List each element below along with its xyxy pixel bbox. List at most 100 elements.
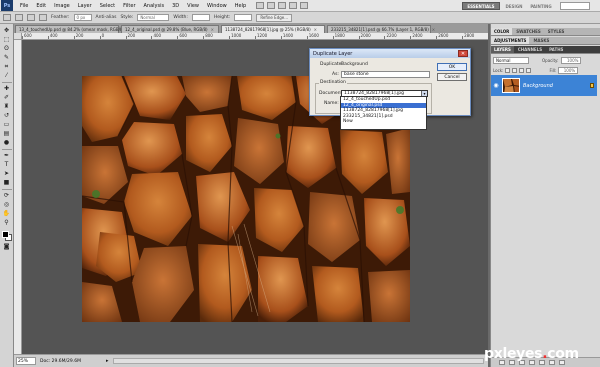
- marquee-tool-preset-icon[interactable]: [3, 14, 11, 21]
- dodge-icon[interactable]: ●: [2, 139, 12, 147]
- hand-icon[interactable]: ✋: [2, 210, 12, 218]
- quick-select-icon[interactable]: ✎: [2, 54, 12, 62]
- color-swatches[interactable]: [1, 230, 13, 242]
- ruler-label: 1200: [257, 33, 268, 38]
- bridge-icon[interactable]: [256, 2, 265, 9]
- workspace-essentials[interactable]: ESSENTIALS: [462, 2, 500, 10]
- new-selection-icon[interactable]: [15, 14, 23, 21]
- tab-adjustments[interactable]: ADJUSTMENTS: [491, 37, 530, 44]
- layer-row-background[interactable]: ◉ Background: [491, 75, 597, 96]
- tab-doc-4[interactable]: 233215_34821[1].psd @ 66.7% (Layer 1, RG…: [327, 25, 435, 33]
- zoom-icon[interactable]: ⚲: [2, 219, 12, 227]
- history-brush-icon[interactable]: ↺: [2, 112, 12, 120]
- eraser-icon[interactable]: ▭: [2, 121, 12, 129]
- tab-doc-1[interactable]: 13_4_touchedUp.psd @ 84.2% (smear mask, …: [15, 25, 130, 33]
- layer-name[interactable]: Background: [523, 83, 553, 89]
- menu-3d[interactable]: 3D: [168, 3, 183, 9]
- mini-bridge-icon[interactable]: [267, 2, 276, 9]
- watermark-suffix: com: [547, 346, 579, 362]
- menu-image[interactable]: Image: [50, 3, 74, 9]
- menu-file[interactable]: File: [16, 3, 32, 9]
- status-menu-arrow-icon[interactable]: ▸: [106, 358, 109, 364]
- ruler-left: [14, 40, 22, 354]
- search-field[interactable]: [560, 2, 590, 10]
- shape-icon[interactable]: ■: [2, 179, 12, 187]
- marquee-tool-icon[interactable]: ⬚: [2, 36, 12, 44]
- lock-icon: [590, 83, 594, 88]
- 3d-rotate-icon[interactable]: ⟳: [2, 192, 12, 200]
- menu-layer[interactable]: Layer: [74, 3, 96, 9]
- opacity-input[interactable]: 100%: [561, 57, 582, 64]
- lock-pixels-icon[interactable]: [512, 68, 518, 73]
- tab-color[interactable]: COLOR: [491, 28, 513, 35]
- workspace-painting[interactable]: PAINTING: [528, 2, 554, 10]
- close-icon[interactable]: ✕: [458, 50, 468, 57]
- close-icon[interactable]: ×: [211, 27, 214, 32]
- tab-doc-3[interactable]: 1138724_82817968[1].jpg @ 25% (RGB/8) ×: [221, 25, 325, 33]
- lasso-tool-icon[interactable]: ʘ: [2, 45, 12, 53]
- pen-icon[interactable]: ✒: [2, 152, 12, 160]
- menu-edit[interactable]: Edit: [32, 3, 50, 9]
- lock-all-icon[interactable]: [526, 68, 532, 73]
- menu-view[interactable]: View: [183, 3, 203, 9]
- menu-help[interactable]: Help: [231, 3, 250, 9]
- ruler-origin[interactable]: [14, 33, 22, 40]
- ps-logo-icon: Ps: [1, 0, 13, 11]
- dropdown-option[interactable]: New: [341, 119, 426, 125]
- zoom-level-icon[interactable]: [278, 2, 287, 9]
- ok-button[interactable]: OK: [437, 63, 467, 71]
- fill-input[interactable]: 100%: [558, 67, 579, 74]
- antialias-label[interactable]: Anti-alias: [96, 15, 117, 20]
- close-icon[interactable]: ×: [432, 27, 435, 32]
- menu-select[interactable]: Select: [96, 3, 119, 9]
- quick-mask-icon[interactable]: ◙: [2, 243, 12, 251]
- menu-window[interactable]: Window: [203, 3, 231, 9]
- brush-icon[interactable]: ✐: [2, 94, 12, 102]
- eyedropper-icon[interactable]: ⁄: [2, 72, 12, 80]
- screen-mode-icon[interactable]: [300, 2, 309, 9]
- tab-styles[interactable]: STYLES: [545, 28, 568, 35]
- destination-label: Destination: [319, 80, 347, 85]
- tab-paths[interactable]: PATHS: [546, 46, 566, 53]
- lock-transparent-icon[interactable]: [505, 68, 511, 73]
- ruler-label: 400: [49, 33, 58, 38]
- height-input[interactable]: [234, 14, 253, 21]
- tab-doc-2[interactable]: 12_4_original.psd @ 29.8% (Blue, RGB/8) ×: [121, 25, 219, 33]
- as-label: As:: [332, 72, 339, 77]
- ruler-label: 800: [205, 33, 213, 38]
- refine-edge-button[interactable]: Refine Edge...: [256, 13, 293, 22]
- horizontal-scrollbar[interactable]: [112, 358, 484, 364]
- style-select[interactable]: Normal: [137, 14, 170, 21]
- move-tool-icon[interactable]: ✥: [2, 27, 12, 35]
- foreground-color-swatch[interactable]: [1, 231, 9, 238]
- arrange-documents-icon[interactable]: [289, 2, 298, 9]
- as-input[interactable]: base stone: [341, 71, 430, 78]
- width-input[interactable]: [191, 14, 210, 21]
- type-icon[interactable]: T: [2, 161, 12, 169]
- tab-swatches[interactable]: SWATCHES: [513, 28, 544, 35]
- 3d-orbit-icon[interactable]: ◎: [2, 201, 12, 209]
- lock-position-icon[interactable]: [519, 68, 525, 73]
- feather-input[interactable]: 0 px: [73, 14, 92, 21]
- clone-stamp-icon[interactable]: ♜: [2, 103, 12, 111]
- eye-icon[interactable]: ◉: [493, 82, 499, 89]
- cancel-button[interactable]: Cancel: [437, 73, 467, 81]
- path-select-icon[interactable]: ➤: [2, 170, 12, 178]
- zoom-level-field[interactable]: 25%: [16, 357, 36, 365]
- tab-layers[interactable]: LAYERS: [491, 46, 514, 53]
- healing-brush-icon[interactable]: ✚: [2, 85, 12, 93]
- ruler-label: 2000: [360, 33, 371, 38]
- style-label: Style:: [120, 15, 134, 20]
- subtract-selection-icon[interactable]: [39, 14, 47, 21]
- tab-masks[interactable]: MASKS: [530, 37, 552, 44]
- blend-mode-select[interactable]: Normal: [493, 57, 529, 64]
- tab-channels[interactable]: CHANNELS: [515, 46, 545, 53]
- crop-tool-icon[interactable]: ⌗: [2, 63, 12, 71]
- menu-analysis[interactable]: Analysis: [140, 3, 169, 9]
- close-icon[interactable]: ×: [314, 27, 317, 32]
- workspace-design[interactable]: DESIGN: [502, 2, 526, 10]
- menu-filter[interactable]: Filter: [119, 3, 139, 9]
- gradient-icon[interactable]: ▤: [2, 130, 12, 138]
- add-selection-icon[interactable]: [27, 14, 35, 21]
- layers-panel-tabs: LAYERS CHANNELS PATHS: [491, 46, 600, 54]
